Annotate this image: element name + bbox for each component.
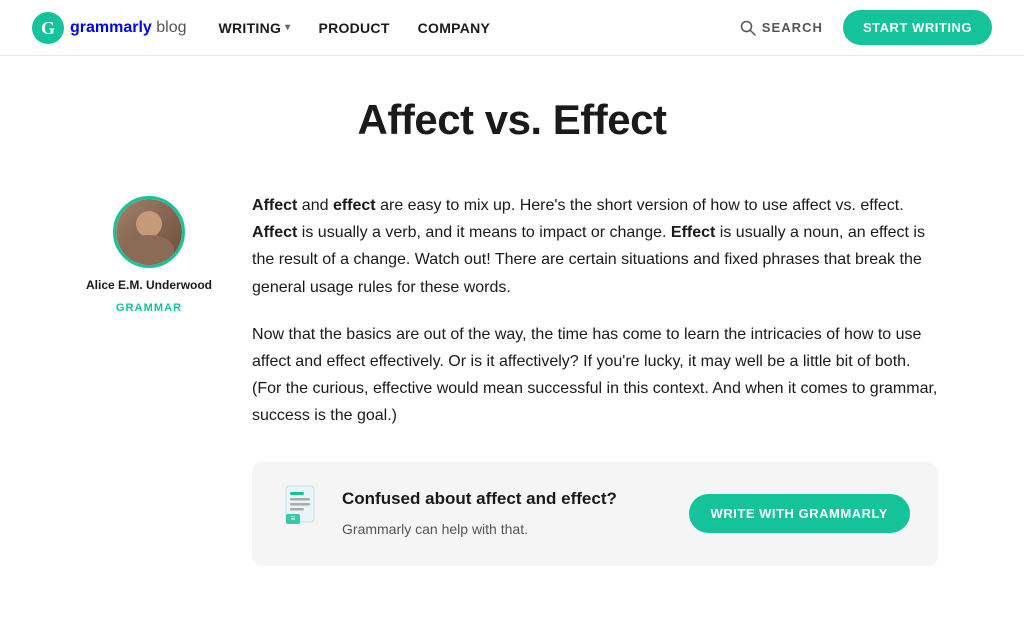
svg-text:G: G bbox=[41, 18, 55, 38]
cta-card: ≡ Confused about affect and effect? Gram… bbox=[252, 462, 938, 566]
grammarly-logo-icon: G bbox=[32, 12, 64, 44]
bold-affect-2: Affect bbox=[252, 224, 297, 241]
logo[interactable]: G grammarly blog bbox=[32, 12, 187, 44]
logo-text: grammarly blog bbox=[70, 19, 187, 37]
paragraph-1: Affect and effect are easy to mix up. He… bbox=[252, 192, 938, 301]
cta-text-area: Confused about affect and effect? Gramma… bbox=[342, 485, 671, 542]
chevron-down-icon: ▾ bbox=[285, 22, 290, 33]
nav-item-product[interactable]: PRODUCT bbox=[318, 20, 389, 36]
search-label: SEARCH bbox=[762, 20, 823, 35]
cta-title: Confused about affect and effect? bbox=[342, 485, 671, 514]
article-content: Affect and effect are easy to mix up. He… bbox=[252, 192, 938, 566]
author-category: GRAMMAR bbox=[116, 302, 182, 314]
nav-item-company[interactable]: COMPANY bbox=[418, 20, 490, 36]
nav-item-writing[interactable]: WRITING ▾ bbox=[219, 20, 291, 36]
main-nav: WRITING ▾ PRODUCT COMPANY bbox=[219, 20, 491, 36]
article-body: Alice E.M. Underwood GRAMMAR Affect and … bbox=[86, 192, 938, 566]
cta-subtitle: Grammarly can help with that. bbox=[342, 518, 671, 542]
bold-affect: Affect bbox=[252, 197, 297, 214]
author-avatar-image bbox=[116, 199, 182, 265]
write-with-grammarly-button[interactable]: WRITE WITH GRAMMARLY bbox=[689, 494, 910, 533]
cta-icon: ≡ bbox=[280, 484, 324, 544]
search-icon bbox=[740, 20, 756, 36]
bold-effect: effect bbox=[333, 197, 376, 214]
avatar bbox=[113, 196, 185, 268]
start-writing-button[interactable]: START WRITING bbox=[843, 10, 992, 45]
paragraph-2: Now that the basics are out of the way, … bbox=[252, 321, 938, 430]
bold-effect-2: Effect bbox=[671, 224, 715, 241]
author-name: Alice E.M. Underwood bbox=[86, 278, 212, 294]
author-sidebar: Alice E.M. Underwood GRAMMAR bbox=[86, 192, 212, 314]
document-icon: ≡ bbox=[280, 484, 324, 528]
search-button[interactable]: SEARCH bbox=[740, 20, 823, 36]
article-title: Affect vs. Effect bbox=[86, 96, 938, 144]
